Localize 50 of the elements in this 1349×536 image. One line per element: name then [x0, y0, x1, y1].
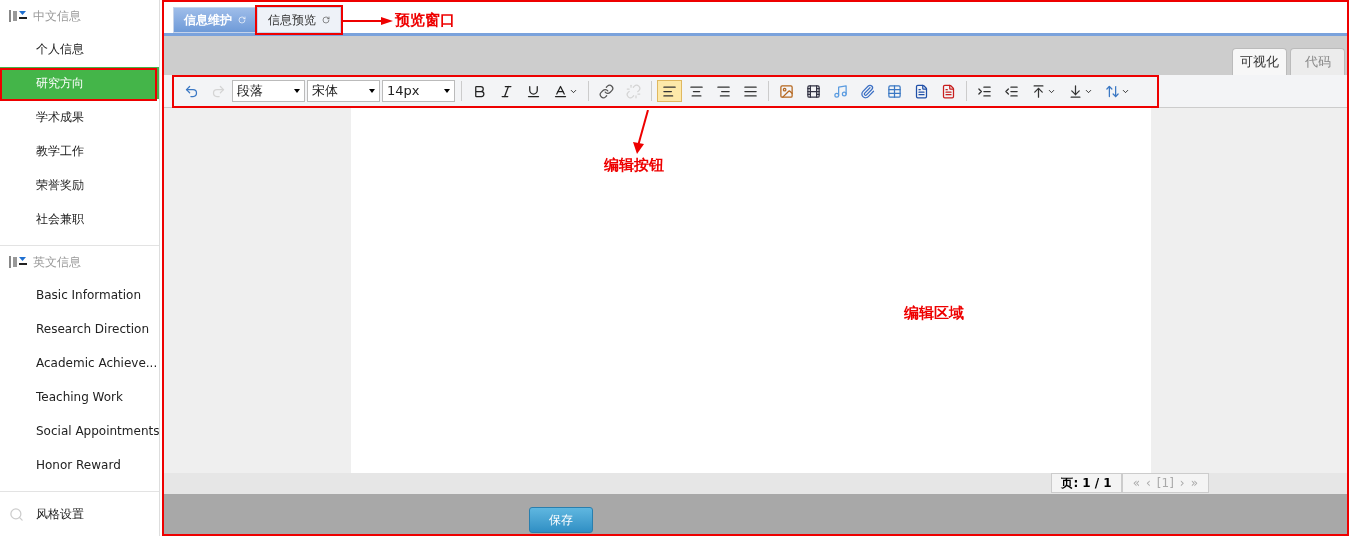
- sidebar-item[interactable]: Teaching Work: [0, 381, 159, 413]
- dropdown-field[interactable]: 宋体: [307, 80, 380, 102]
- annotation-label: 预览窗口: [395, 10, 455, 32]
- align-right-icon: [716, 83, 731, 99]
- refresh-icon: [238, 16, 246, 24]
- outdent-icon: [1004, 83, 1019, 99]
- dropdown-field[interactable]: 14px: [382, 80, 455, 102]
- sidebar-item[interactable]: 荣誉奖励: [0, 169, 159, 201]
- indent-icon: [977, 83, 992, 99]
- table-icon: [887, 83, 902, 99]
- document-icon: [914, 83, 929, 99]
- sidebar-item[interactable]: Academic Achieve...: [0, 347, 159, 379]
- caret-icon: [294, 89, 300, 93]
- align-justify-icon: [743, 83, 758, 99]
- sidebar-item[interactable]: 社会兼职: [0, 203, 159, 235]
- spacing-icon: [1031, 83, 1046, 99]
- image-icon: [779, 83, 794, 99]
- page-indicator: 页: 1 / 1: [1051, 473, 1122, 493]
- film-icon: [806, 83, 821, 99]
- align-left-icon: [662, 83, 677, 99]
- group-title: 英文信息: [33, 254, 81, 271]
- language-icon: [9, 10, 27, 22]
- group-title: 中文信息: [33, 8, 81, 25]
- caret-icon: [369, 89, 375, 93]
- tab[interactable]: 可视化: [1232, 48, 1287, 75]
- caret-icon: [444, 89, 450, 93]
- sidebar-item[interactable]: Social Appointments: [0, 415, 159, 447]
- document-icon: [941, 83, 956, 99]
- music-note-icon: [833, 83, 848, 99]
- annotation-label: 编辑区域: [904, 303, 964, 324]
- sidebar-item[interactable]: 教学工作: [0, 135, 159, 167]
- arrow-icon: [632, 110, 652, 154]
- sidebar-item[interactable]: 个人信息: [0, 33, 159, 65]
- sidebar-item[interactable]: 风格设置: [36, 505, 84, 523]
- language-icon: [9, 256, 27, 268]
- sidebar-item[interactable]: Basic Information: [0, 279, 159, 311]
- align-left-button[interactable]: [657, 80, 682, 102]
- dropdown-field[interactable]: 段落: [232, 80, 305, 102]
- paperclip-icon: [860, 83, 875, 99]
- search-icon: [9, 506, 24, 522]
- sidebar-item[interactable]: Research Direction: [0, 313, 159, 345]
- sidebar-item[interactable]: Honor Reward: [0, 449, 159, 481]
- align-center-icon: [689, 83, 704, 99]
- tab[interactable]: 信息预览: [257, 7, 341, 33]
- sidebar-item[interactable]: 学术成果: [0, 101, 159, 133]
- line-height-icon: [1105, 83, 1120, 99]
- spacing-icon: [1068, 83, 1083, 99]
- arrow-icon: [343, 16, 393, 25]
- refresh-icon: [322, 16, 330, 24]
- annotation-label: 编辑按钮: [604, 155, 664, 176]
